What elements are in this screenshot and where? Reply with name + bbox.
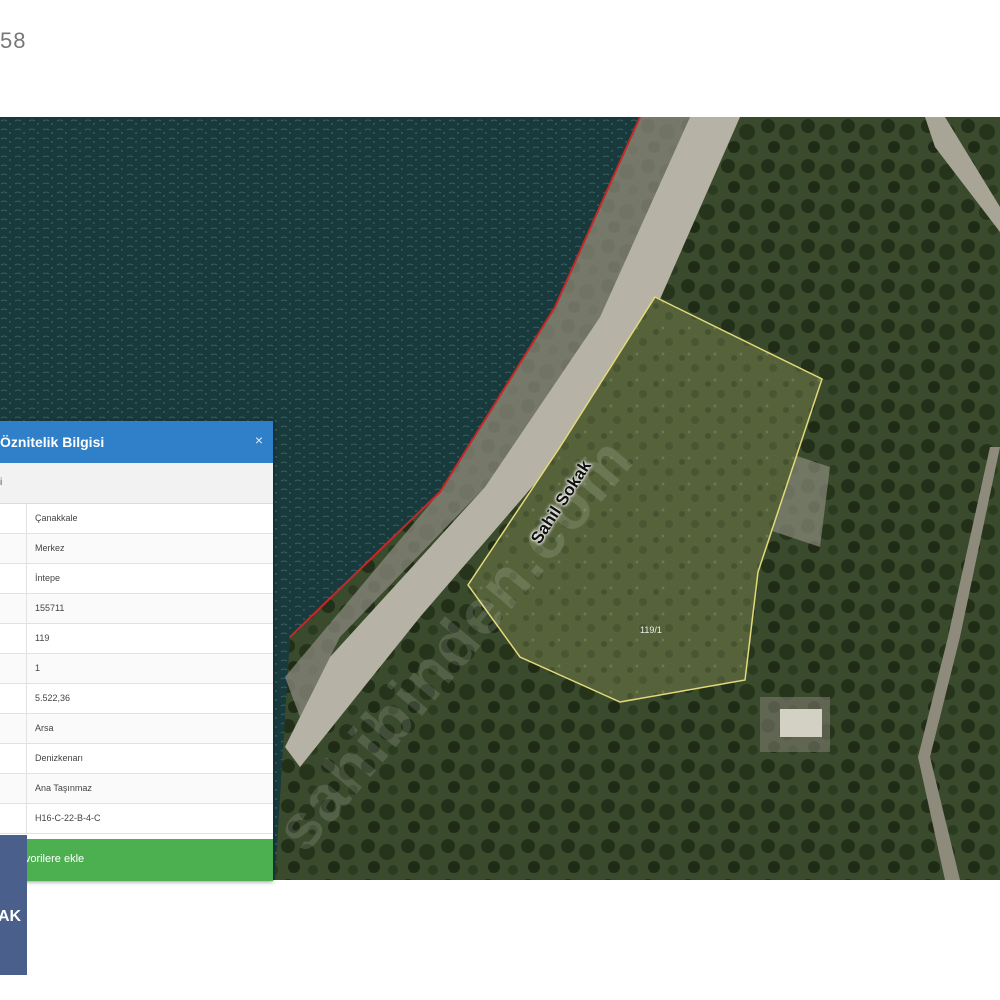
attribute-value: Merkez: [35, 543, 65, 553]
panel-title: Öznitelik Bilgisi: [0, 434, 105, 450]
attribute-row-province: Çanakkale: [0, 504, 273, 534]
side-tab-label: AK: [0, 908, 22, 925]
attribute-value: Çanakkale: [35, 513, 78, 523]
attribute-row-location: Denizkenarı: [0, 744, 273, 774]
attribute-row-neighborhood-id: 155711: [0, 594, 273, 624]
attribute-value: 1: [35, 663, 41, 673]
panel-subheader: i: [0, 463, 273, 504]
listing-id-fragment: 58: [0, 28, 27, 53]
attribute-row-block: 119: [0, 624, 273, 654]
parcel-label: 119/1: [640, 625, 662, 635]
attribute-value: İntepe: [35, 573, 61, 583]
attribute-row-area: 5.522,36: [0, 684, 273, 714]
attribute-row-quality: Arsa: [0, 714, 273, 744]
info-icon: i: [0, 477, 3, 488]
attribute-value: 5.522,36: [35, 693, 71, 703]
attribute-value: 119: [35, 633, 50, 643]
panel-header: Öznitelik Bilgisi ×: [0, 421, 273, 463]
attribute-value: H16-C-22-B-4-C: [35, 813, 101, 823]
attribute-value: 155711: [35, 603, 65, 613]
attribute-value: Ana Taşınmaz: [35, 783, 92, 793]
attribute-row-sheet: H16-C-22-B-4-C: [0, 804, 273, 834]
attribute-row-district: Merkez: [0, 534, 273, 564]
side-tab[interactable]: AK: [0, 835, 27, 975]
attribute-value: Arsa: [35, 723, 54, 733]
attribute-row-neighborhood: İntepe: [0, 564, 273, 594]
close-icon[interactable]: ×: [255, 432, 263, 448]
attribute-row-parcel: 1: [0, 654, 273, 684]
attribute-info-panel: Öznitelik Bilgisi × i Çanakkale Merkez İ…: [0, 421, 273, 881]
attribute-rows: Çanakkale Merkez İntepe 155711 119 1 5.5…: [0, 504, 273, 834]
attribute-value: Denizkenarı: [35, 753, 84, 763]
add-to-favorites-button[interactable]: Favorilere ekle: [0, 839, 273, 881]
attribute-row-property-type: Ana Taşınmaz: [0, 774, 273, 804]
